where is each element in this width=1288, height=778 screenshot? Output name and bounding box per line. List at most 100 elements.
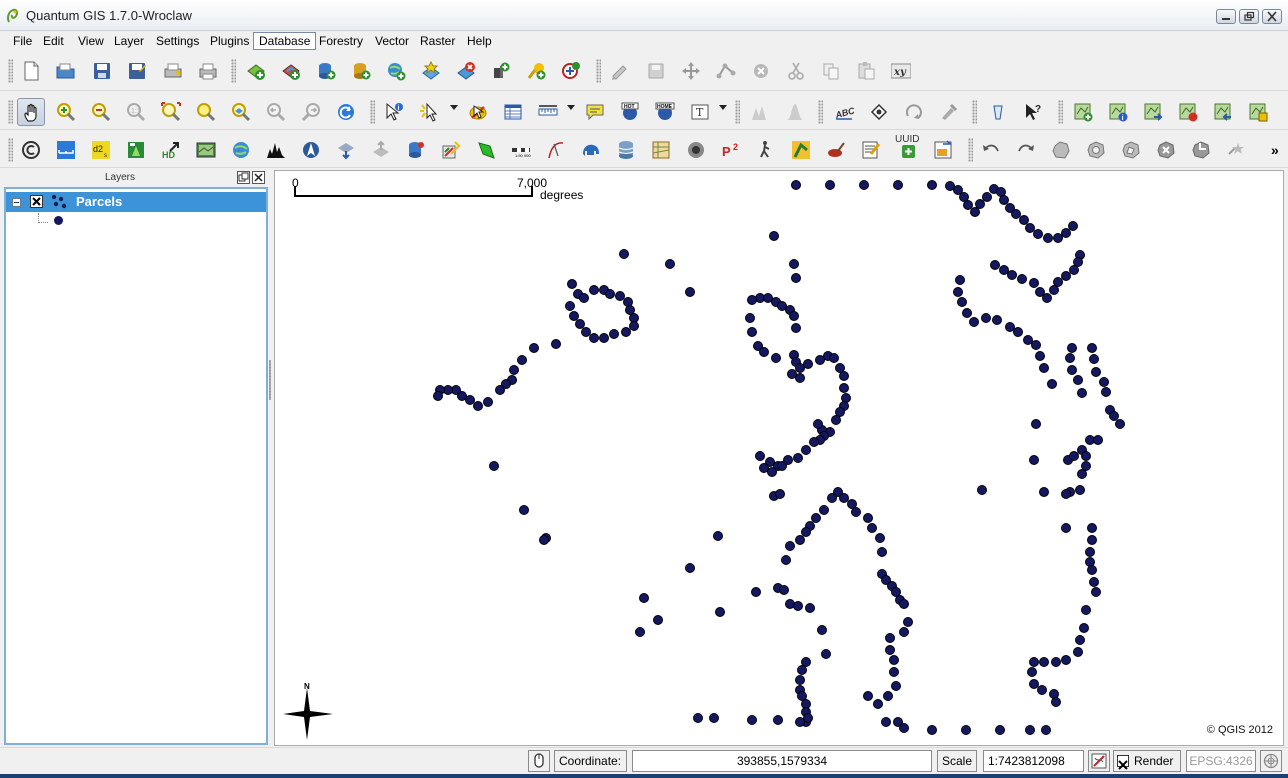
save-edits-button[interactable]	[642, 57, 670, 85]
menu-layer[interactable]: Layer	[109, 32, 149, 50]
render-checkbox[interactable]	[1117, 755, 1129, 770]
print-button[interactable]	[194, 57, 222, 85]
histogram-plugin-button[interactable]	[262, 136, 290, 164]
zoom-full-button[interactable]	[157, 98, 185, 126]
zoom-actual-size-button[interactable]: 1:1	[122, 98, 150, 126]
decoration-scale-button[interactable]: 1:50 000	[507, 136, 535, 164]
zoom-to-selection-button[interactable]	[192, 98, 220, 126]
redo-button[interactable]	[1012, 136, 1040, 164]
new-project-button[interactable]	[17, 57, 45, 85]
form-editor-button[interactable]	[857, 136, 885, 164]
cut-features-button[interactable]	[782, 57, 810, 85]
map-export-button[interactable]	[1139, 98, 1167, 126]
menu-edit[interactable]: Edit	[38, 32, 69, 50]
toolbar-grip[interactable]	[735, 100, 740, 124]
render-toggle[interactable]: Render	[1113, 750, 1181, 772]
layer-visibility-checkbox[interactable]	[30, 195, 43, 208]
rotate-label-button[interactable]	[900, 98, 928, 126]
menu-plugins[interactable]: Plugins	[205, 32, 254, 50]
measure-mode-dropdown-arrow[interactable]	[567, 105, 575, 110]
run-feature-action-button[interactable]	[984, 98, 1012, 126]
collapse-toggle[interactable]	[12, 198, 21, 207]
delete-ring-button[interactable]	[1152, 136, 1180, 164]
raster-calculator-button[interactable]	[437, 136, 465, 164]
osm-plugin-button[interactable]	[647, 136, 675, 164]
toolbar-overflow-icon[interactable]: »	[1271, 142, 1279, 158]
save-as-button[interactable]	[123, 57, 151, 85]
measure-line-button[interactable]	[534, 98, 562, 126]
map-import-button[interactable]	[1209, 98, 1237, 126]
zoom-next-button[interactable]	[297, 98, 325, 126]
scale-field[interactable]: 1:7423812098	[983, 750, 1084, 772]
toolbar-grip[interactable]	[968, 138, 973, 162]
select-features-button[interactable]	[415, 98, 443, 126]
panel-close-button[interactable]	[252, 171, 265, 184]
spatialite-manager-button[interactable]	[402, 136, 430, 164]
move-label-button[interactable]	[865, 98, 893, 126]
add-raster-layer-button[interactable]	[277, 57, 305, 85]
copyright-label-button[interactable]	[17, 136, 45, 164]
menu-vector[interactable]: Vector	[370, 32, 414, 50]
shovel-plugin-button[interactable]	[822, 136, 850, 164]
image-export-button[interactable]	[929, 136, 957, 164]
toolbar-grip[interactable]	[8, 138, 13, 162]
database-manager-button[interactable]	[612, 136, 640, 164]
print-composer-button[interactable]	[159, 57, 187, 85]
add-gps-layer-button[interactable]	[522, 57, 550, 85]
polygon-plugin-button[interactable]	[472, 136, 500, 164]
add-spatialite-layer-button[interactable]	[347, 57, 375, 85]
toolbar-grip[interactable]	[1058, 100, 1063, 124]
layers-tree[interactable]: Parcels	[4, 187, 268, 745]
simplify-feature-button[interactable]	[1047, 136, 1075, 164]
zoom-last-button[interactable]	[262, 98, 290, 126]
menu-forestry[interactable]: Forestry	[314, 32, 368, 50]
speaker-plugin-button[interactable]	[682, 136, 710, 164]
p2-plugin-button[interactable]: P2	[717, 136, 745, 164]
forestry-plugin-button[interactable]	[122, 136, 150, 164]
select-mode-dropdown-arrow[interactable]	[450, 105, 458, 110]
map-tools-button[interactable]	[1244, 98, 1272, 126]
undo-button[interactable]	[977, 136, 1005, 164]
toolbar-grip[interactable]	[8, 59, 13, 83]
add-part-button[interactable]	[1117, 136, 1145, 164]
map-info-button[interactable]: i	[1104, 98, 1132, 126]
toolbar-grip[interactable]	[972, 100, 977, 124]
raster-histogram-button[interactable]	[781, 98, 809, 126]
minimize-button[interactable]	[1216, 9, 1236, 24]
offline-editing-button[interactable]	[332, 136, 360, 164]
offline-sync-button[interactable]	[367, 136, 395, 164]
new-point-layer-button[interactable]	[1069, 98, 1097, 126]
map-tips-button[interactable]	[581, 98, 609, 126]
plant-plugin-button[interactable]	[787, 136, 815, 164]
add-uuid-button[interactable]	[898, 142, 920, 164]
raster-stretch-button[interactable]	[746, 98, 774, 126]
node-tool-button[interactable]	[712, 57, 740, 85]
delete-selected-button[interactable]	[747, 57, 775, 85]
identify-features-button[interactable]: i	[380, 98, 408, 126]
delete-part-button[interactable]	[1187, 136, 1215, 164]
field-work-plugin-button[interactable]	[752, 136, 780, 164]
deselect-all-button[interactable]	[464, 98, 492, 126]
maximize-button[interactable]	[1239, 9, 1259, 24]
add-postgis-layer-button[interactable]	[312, 57, 340, 85]
remove-layer-button[interactable]	[452, 57, 480, 85]
panel-float-button[interactable]	[237, 171, 250, 184]
refresh-button[interactable]	[332, 98, 360, 126]
coordinate-capture-button[interactable]: xy	[887, 57, 915, 85]
menu-view[interactable]: View	[73, 32, 109, 50]
toolbar-grip[interactable]	[8, 100, 13, 124]
menu-help[interactable]: Help	[462, 32, 497, 50]
save-project-button[interactable]	[88, 57, 116, 85]
toolbar-grip[interactable]	[818, 100, 823, 124]
zoom-in-button[interactable]	[52, 98, 80, 126]
add-ring-button[interactable]	[1082, 136, 1110, 164]
stop-render-button[interactable]	[1088, 750, 1110, 772]
toggle-editing-button[interactable]	[606, 57, 634, 85]
change-label-button[interactable]	[935, 98, 963, 126]
labeling-button[interactable]: ABC	[830, 98, 858, 126]
menu-database[interactable]: Database	[253, 32, 317, 50]
crs-status-button[interactable]: EPSG:4326	[1186, 750, 1256, 772]
panel-splitter[interactable]	[268, 170, 273, 746]
coordinate-toggle-button[interactable]	[528, 750, 550, 772]
open-project-button[interactable]	[52, 57, 80, 85]
